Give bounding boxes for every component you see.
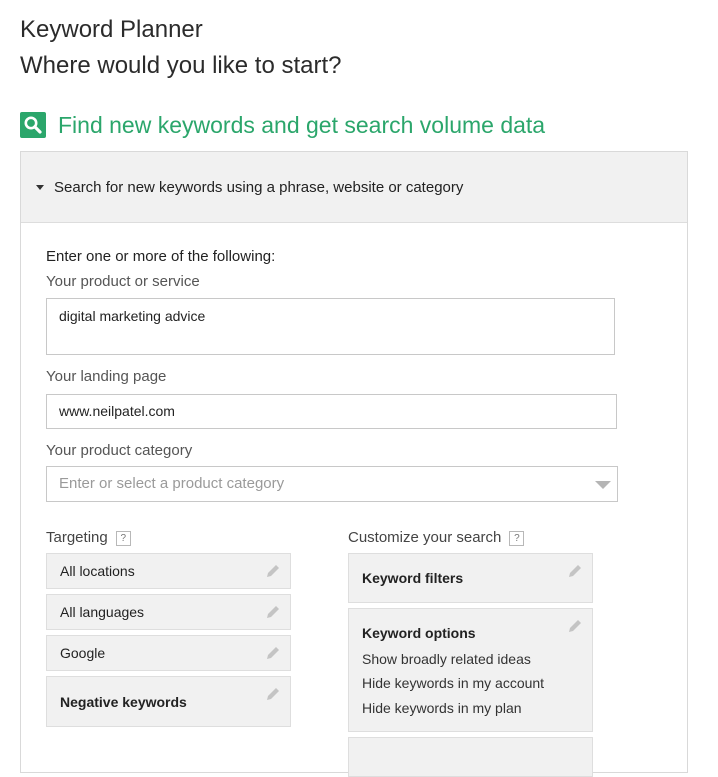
- customize-heading: Customize your search?: [348, 529, 525, 546]
- section-title[interactable]: Find new keywords and get search volume …: [58, 110, 545, 140]
- next-option-box[interactable]: [348, 737, 593, 777]
- product-input[interactable]: digital marketing advice: [46, 298, 615, 355]
- product-label: Your product or service: [46, 273, 200, 290]
- keyword-options-label: Keyword options: [362, 625, 476, 641]
- keyword-filters-label: Keyword filters: [362, 570, 464, 586]
- keyword-search-panel: Search for new keywords using a phrase, …: [20, 151, 688, 777]
- keyword-option-item: Hide keywords in my plan: [362, 700, 522, 716]
- chevron-down-icon[interactable]: [595, 481, 611, 489]
- pencil-icon[interactable]: [264, 603, 282, 621]
- caret-down-icon[interactable]: [36, 184, 44, 190]
- keyword-filters-box[interactable]: Keyword filters: [348, 553, 593, 603]
- pencil-icon[interactable]: [264, 562, 282, 580]
- targeting-heading: Targeting?: [46, 529, 131, 546]
- pencil-icon[interactable]: [566, 617, 584, 635]
- panel-header-label[interactable]: Search for new keywords using a phrase, …: [54, 179, 463, 196]
- page-subtitle: Where would you like to start?: [20, 52, 342, 79]
- product-category-label: Your product category: [46, 442, 193, 459]
- panel-toggle-header[interactable]: Search for new keywords using a phrase, …: [21, 152, 687, 223]
- pencil-icon[interactable]: [264, 644, 282, 662]
- customize-label: Customize your search: [348, 529, 502, 546]
- targeting-locations-label: All locations: [60, 563, 135, 579]
- page-title: Keyword Planner: [20, 16, 203, 43]
- section-header[interactable]: Find new keywords and get search volume …: [20, 110, 545, 140]
- landing-page-label: Your landing page: [46, 368, 167, 385]
- targeting-languages-label: All languages: [60, 604, 145, 620]
- pencil-icon[interactable]: [566, 562, 584, 580]
- landing-page-input[interactable]: www.neilpatel.com: [46, 394, 617, 429]
- intro-text: Enter one or more of the following:: [46, 248, 276, 265]
- targeting-network[interactable]: Google: [46, 635, 291, 671]
- keyword-options-box[interactable]: Keyword options Show broadly related ide…: [348, 608, 593, 732]
- targeting-negative-keywords[interactable]: Negative keywords: [46, 676, 291, 727]
- search-icon: [20, 112, 46, 138]
- targeting-label: Targeting: [46, 529, 108, 546]
- targeting-network-label: Google: [60, 645, 106, 661]
- negative-keywords-label: Negative keywords: [60, 694, 187, 710]
- help-icon[interactable]: ?: [115, 531, 131, 546]
- help-icon[interactable]: ?: [509, 531, 525, 546]
- product-category-select[interactable]: Enter or select a product category: [46, 466, 618, 502]
- product-category-placeholder: Enter or select a product category: [59, 475, 285, 492]
- targeting-languages[interactable]: All languages: [46, 594, 291, 630]
- keyword-option-item: Hide keywords in my account: [362, 675, 545, 691]
- keyword-option-item: Show broadly related ideas: [362, 651, 531, 667]
- targeting-locations[interactable]: All locations: [46, 553, 291, 589]
- pencil-icon[interactable]: [264, 685, 282, 703]
